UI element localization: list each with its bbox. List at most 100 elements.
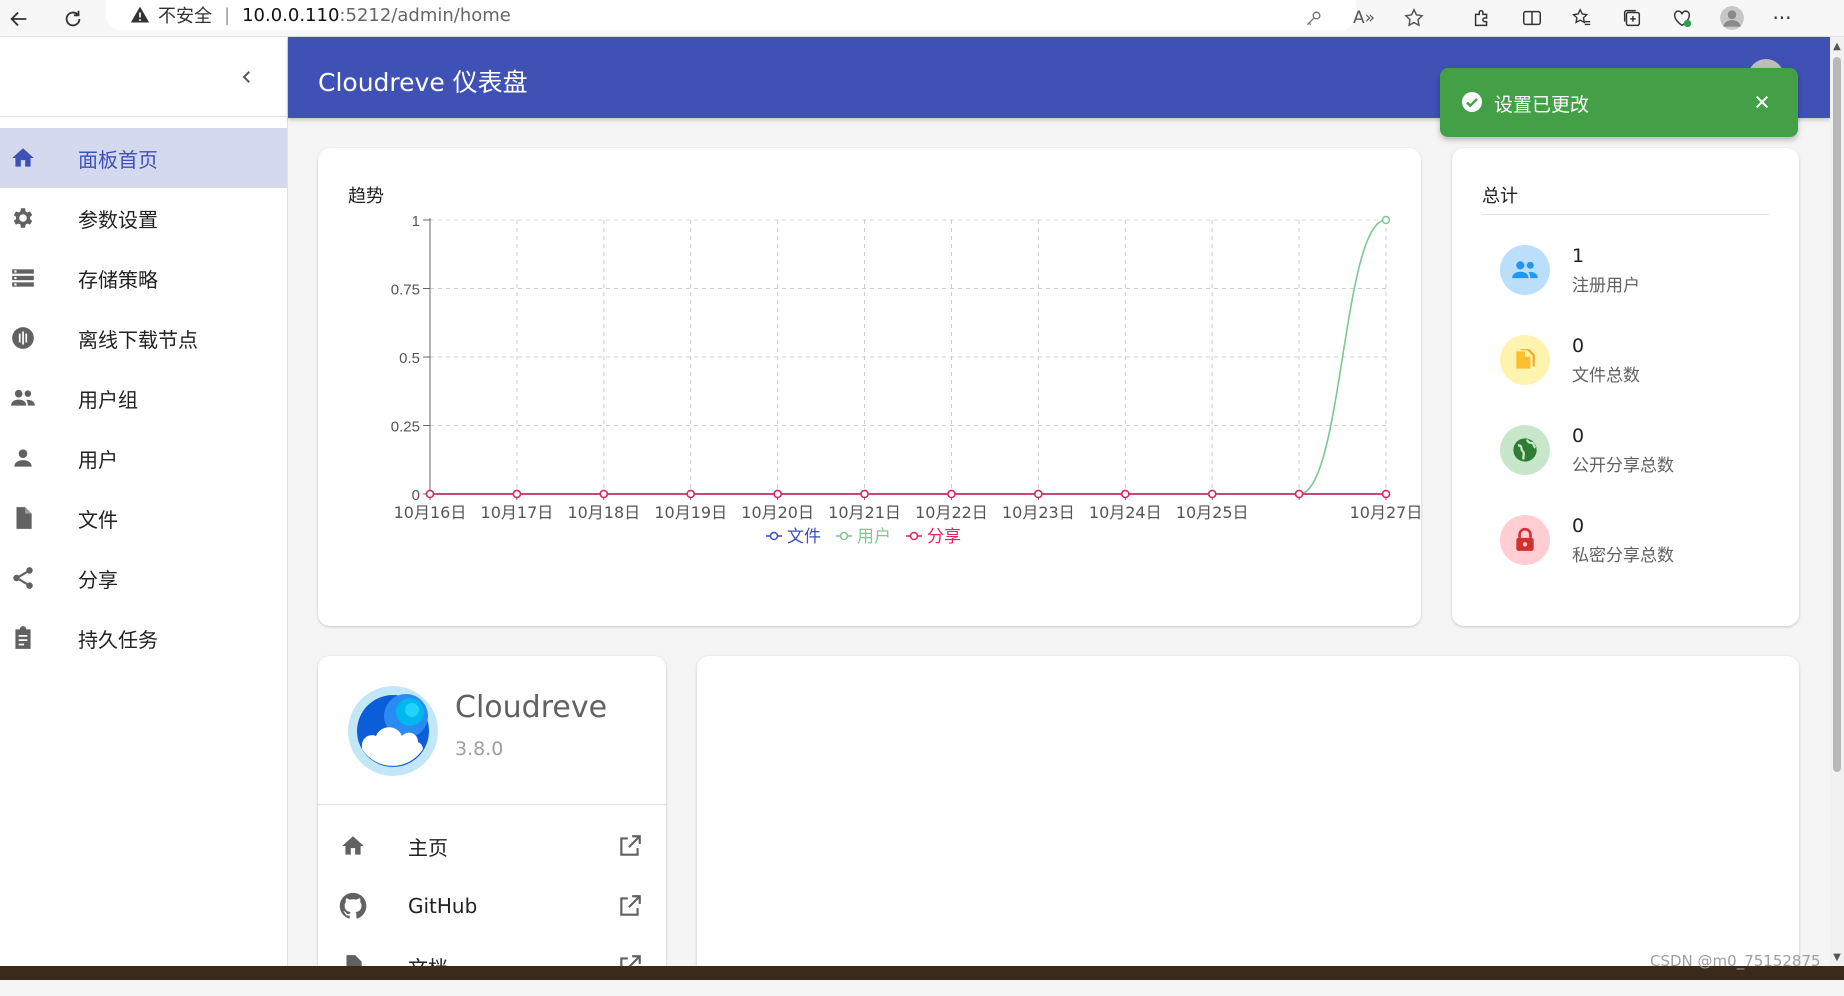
collections-button[interactable] bbox=[1618, 4, 1646, 32]
address-bar[interactable]: 不安全 | 10.0.0.110 :5212/admin/home bbox=[106, 0, 1356, 30]
sidebar-header bbox=[0, 37, 287, 117]
globe-icon bbox=[1500, 425, 1550, 475]
reload-button[interactable] bbox=[60, 6, 86, 32]
read-aloud-button[interactable]: A» bbox=[1350, 4, 1378, 32]
sidebar-item-shares[interactable]: 分享 bbox=[0, 548, 287, 608]
stat-private-shares: 0 私密分享总数 bbox=[1500, 515, 1780, 575]
legend-label: 文件 bbox=[787, 527, 821, 547]
favorite-button[interactable] bbox=[1400, 4, 1428, 32]
stat-label: 私密分享总数 bbox=[1572, 546, 1674, 566]
y-tick-label: 0.25 bbox=[391, 419, 420, 436]
sidebar-item-label: 用户 bbox=[78, 447, 118, 472]
lock-icon bbox=[1500, 515, 1550, 565]
split-screen-button[interactable] bbox=[1518, 4, 1546, 32]
file-icon bbox=[10, 505, 36, 531]
link-homepage[interactable]: 主页 bbox=[318, 816, 666, 876]
sidebar-item-user-groups[interactable]: 用户组 bbox=[0, 368, 287, 428]
sidebar-item-users[interactable]: 用户 bbox=[0, 428, 287, 488]
reload-icon bbox=[65, 10, 81, 27]
link-github[interactable]: GitHub bbox=[318, 876, 666, 936]
heart-pulse-icon bbox=[1673, 10, 1692, 28]
open-external-icon[interactable] bbox=[616, 892, 644, 920]
stat-public-shares: 0 公开分享总数 bbox=[1500, 425, 1780, 485]
x-tick-label: 10月18日 bbox=[567, 503, 640, 522]
sidebar-item-label: 存储策略 bbox=[78, 267, 158, 292]
url-path: :5212/admin/home bbox=[339, 4, 511, 26]
task-icon bbox=[10, 625, 36, 651]
success-toast: 设置已更改 bbox=[1440, 68, 1798, 137]
check-circle-icon bbox=[1462, 92, 1482, 112]
stat-registered-users: 1 注册用户 bbox=[1500, 245, 1780, 305]
close-icon bbox=[1755, 95, 1769, 109]
x-tick-label: 10月21日 bbox=[828, 503, 901, 522]
x-tick-label: 10月23日 bbox=[1002, 503, 1075, 522]
page-scrollbar[interactable]: ▲ ▼ bbox=[1830, 37, 1844, 966]
sidebar-item-tasks[interactable]: 持久任务 bbox=[0, 608, 287, 668]
data-point bbox=[1207, 489, 1217, 499]
scroll-down-icon[interactable]: ▼ bbox=[1832, 953, 1842, 963]
totals-title: 总计 bbox=[1482, 186, 1518, 207]
stat-label: 注册用户 bbox=[1572, 276, 1640, 296]
favorites-icon bbox=[1572, 8, 1591, 26]
home-icon bbox=[338, 831, 368, 861]
url-separator: | bbox=[224, 4, 231, 26]
gear-icon bbox=[10, 205, 36, 231]
trend-chart: 0 0.25 0.5 0.75 1 10月16日 10月17日 10月18日 10月19日 10月… bbox=[391, 213, 1421, 547]
y-tick-label: 0.5 bbox=[399, 350, 420, 367]
sidebar-item-label: 分享 bbox=[78, 567, 118, 592]
browser-tools: ··· bbox=[1468, 4, 1796, 32]
sidebar-item-settings[interactable]: 参数设置 bbox=[0, 188, 287, 248]
link-label: GitHub bbox=[408, 894, 478, 918]
favorites-list-button[interactable] bbox=[1568, 4, 1596, 32]
extensions-button[interactable] bbox=[1468, 4, 1496, 32]
profile-button[interactable] bbox=[1718, 4, 1746, 32]
group-icon bbox=[10, 385, 36, 411]
more-menu-button[interactable]: ··· bbox=[1768, 4, 1796, 32]
sidebar-item-files[interactable]: 文件 bbox=[0, 488, 287, 548]
x-tick-label: 10月17日 bbox=[481, 503, 554, 522]
y-tick-label: 0.75 bbox=[391, 282, 420, 299]
page-title: Cloudreve 仪表盘 bbox=[318, 68, 528, 97]
home-icon bbox=[10, 145, 36, 171]
sidebar-item-label: 用户组 bbox=[78, 387, 138, 412]
data-point bbox=[512, 489, 522, 499]
sidebar-item-label: 面板首页 bbox=[78, 147, 158, 172]
x-tick-label: 10月25日 bbox=[1176, 503, 1249, 522]
puzzle-icon bbox=[1474, 9, 1488, 27]
star-icon bbox=[1404, 8, 1424, 27]
data-point bbox=[860, 489, 869, 499]
x-tick-label: 10月16日 bbox=[394, 503, 467, 522]
back-button[interactable] bbox=[6, 6, 32, 32]
stat-value: 0 bbox=[1572, 425, 1585, 447]
taskbar-strip bbox=[0, 966, 1844, 980]
data-point bbox=[773, 489, 782, 499]
sidebar-item-label: 持久任务 bbox=[78, 627, 158, 652]
sidebar: 面板首页 参数设置 存储策略 离线下载节点 用户组 用户 文件 分享 持久任务 bbox=[0, 37, 288, 966]
read-aloud-icon: A» bbox=[1352, 8, 1376, 28]
stat-value: 1 bbox=[1572, 245, 1585, 267]
sidebar-item-download-nodes[interactable]: 离线下载节点 bbox=[0, 308, 287, 368]
open-external-icon[interactable] bbox=[616, 832, 644, 860]
more-dots-icon: ··· bbox=[1772, 6, 1792, 30]
y-tick-label: 0 bbox=[412, 487, 420, 504]
scroll-up-icon[interactable]: ▲ bbox=[1832, 42, 1842, 52]
legend-marker bbox=[769, 531, 779, 541]
share-icon bbox=[10, 565, 36, 591]
toast-close-button[interactable] bbox=[1750, 90, 1774, 114]
scrollbar-thumb[interactable] bbox=[1833, 57, 1841, 772]
news-card bbox=[697, 656, 1799, 976]
browser-health-button[interactable] bbox=[1668, 4, 1696, 32]
data-point bbox=[686, 489, 695, 499]
sidebar-nav: 面板首页 参数设置 存储策略 离线下载节点 用户组 用户 文件 分享 持久任务 bbox=[0, 117, 287, 668]
totals-card: 总计 1 注册用户 0 文件总数 0 公开分享总数 0 私密分享总数 bbox=[1452, 148, 1799, 626]
legend-marker bbox=[909, 531, 919, 541]
person-icon bbox=[10, 445, 36, 471]
sidebar-item-storage-policy[interactable]: 存储策略 bbox=[0, 248, 287, 308]
key-button[interactable] bbox=[1300, 4, 1328, 32]
chevron-left-icon bbox=[242, 71, 250, 83]
users-icon bbox=[1500, 245, 1550, 295]
sidebar-item-dashboard[interactable]: 面板首页 bbox=[0, 128, 287, 188]
collapse-sidebar-button[interactable] bbox=[234, 64, 260, 90]
data-point bbox=[425, 489, 435, 499]
data-point bbox=[1381, 215, 1391, 225]
